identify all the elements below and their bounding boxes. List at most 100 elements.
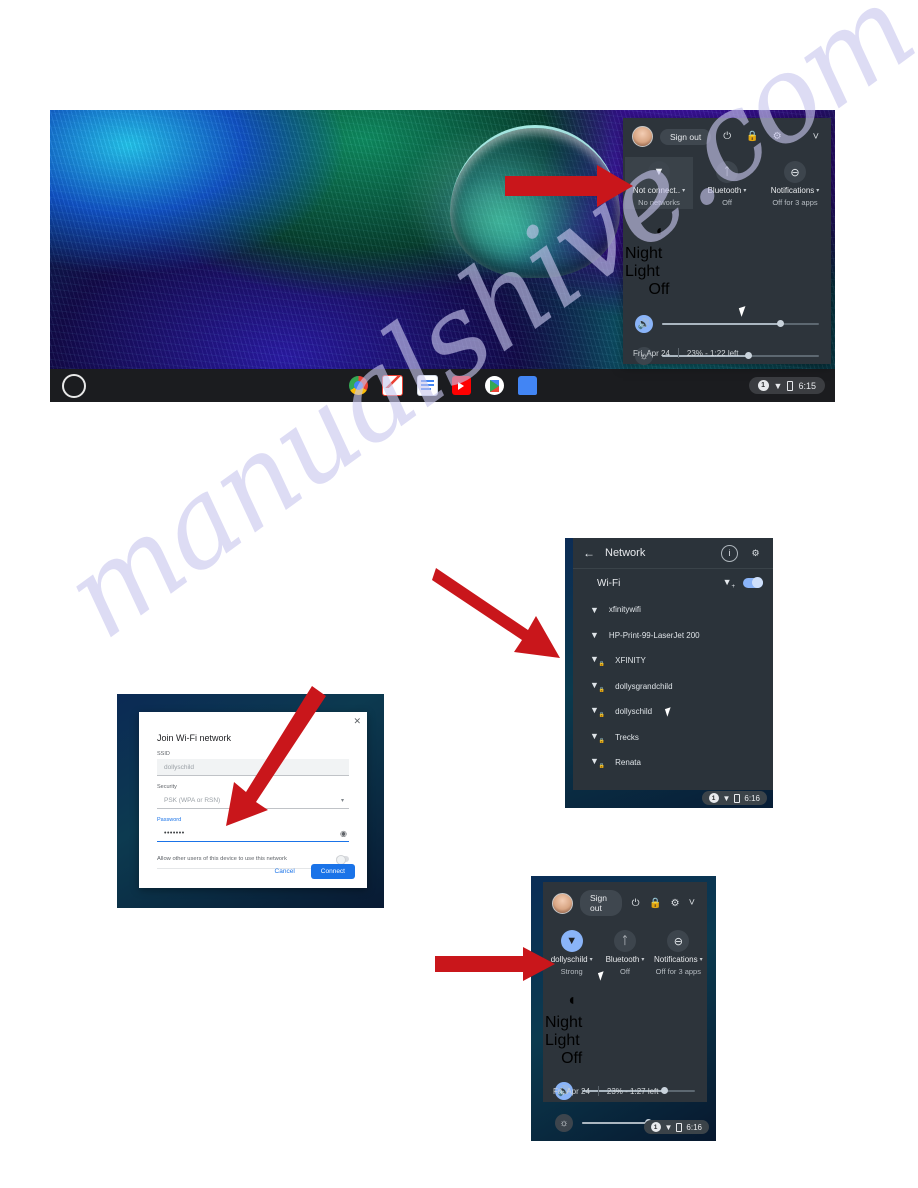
power-icon[interactable]: ⏻ bbox=[718, 128, 736, 146]
battery-label: 23% - 1:22 left bbox=[686, 348, 739, 358]
volume-knob[interactable] bbox=[776, 320, 784, 327]
password-value: ••••••• bbox=[164, 829, 185, 837]
chevron-down-icon[interactable]: ˅ bbox=[689, 897, 698, 909]
list-item[interactable]: ▼🔒 Renata bbox=[573, 750, 773, 776]
tile-notifications-subtitle: Off for 3 apps bbox=[772, 198, 818, 207]
files-icon[interactable] bbox=[517, 376, 537, 395]
battery-icon bbox=[734, 793, 741, 803]
feature-tiles: ▼ dollyschild ▾ Strong ᛏ Bluetooth ▾ Off… bbox=[543, 920, 707, 978]
night-light-row: ◖ Night Light Off bbox=[623, 209, 831, 299]
status-tray[interactable]: 1 ▼ 6:16 bbox=[643, 1120, 709, 1134]
list-item[interactable]: ▼🔒 dollysgrandchild bbox=[573, 674, 773, 700]
status-tray[interactable]: 1 ▼ 6:15 bbox=[748, 377, 825, 394]
chevron-down-icon[interactable]: ▾ bbox=[700, 956, 703, 963]
tile-night-light[interactable]: ◖ Night Light Off bbox=[625, 215, 693, 299]
wifi-secure-icon: ▼🔒 bbox=[590, 654, 606, 668]
power-icon[interactable]: ⏻ bbox=[629, 894, 642, 912]
tile-bluetooth[interactable]: ᛏ Bluetooth ▾ Off bbox=[598, 926, 651, 978]
list-item[interactable]: ▼🔒 dollyschild bbox=[573, 699, 773, 725]
tile-bluetooth[interactable]: ᛏ Bluetooth ▾ Off bbox=[693, 157, 761, 209]
chrome-icon[interactable] bbox=[348, 376, 368, 395]
network-list: ▼ xfinitywifi ▼ HP-Print-99-LaserJet 200… bbox=[573, 597, 773, 776]
launcher-circle-icon[interactable] bbox=[62, 373, 86, 398]
youtube-icon[interactable] bbox=[451, 376, 471, 395]
night-light-icon: ◖ bbox=[566, 992, 577, 1009]
tile-night-light[interactable]: ◖ Night Light Off bbox=[545, 984, 598, 1068]
clock-time: 6:16 bbox=[686, 1122, 702, 1132]
play-store-icon[interactable] bbox=[484, 376, 504, 395]
screenshot-quick-settings-connected: Sign out ⏻ 🔒 ⚙ ˅ ▼ dollyschild ▾ Strong … bbox=[531, 876, 716, 1141]
gear-icon[interactable]: ⚙ bbox=[768, 128, 786, 146]
status-tray[interactable]: 1 ▼ 6:16 bbox=[701, 791, 767, 805]
network-name: Trecks bbox=[615, 732, 639, 742]
list-item[interactable]: ▼ xfinitywifi bbox=[573, 597, 773, 623]
network-name: XFINITY bbox=[615, 656, 646, 666]
avatar[interactable] bbox=[632, 126, 653, 147]
volume-slider[interactable] bbox=[662, 320, 819, 327]
network-panel: ← Network i ⚙ Wi-Fi ▼+ ▼ xfinitywifi ▼ H… bbox=[573, 538, 773, 790]
gear-icon[interactable]: ⚙ bbox=[748, 546, 763, 561]
volume-slider-row[interactable]: 🔊 bbox=[623, 309, 831, 333]
bluetooth-icon: ᛏ bbox=[613, 930, 636, 952]
battery-label: 23% - 1:27 left bbox=[606, 1086, 659, 1096]
info-icon[interactable]: i bbox=[721, 544, 738, 562]
wifi-no-network-icon: ▼ bbox=[773, 380, 783, 391]
list-item[interactable]: ▼ HP-Print-99-LaserJet 200 bbox=[573, 623, 773, 649]
back-arrow-icon[interactable]: ← bbox=[583, 546, 595, 560]
clock-time: 6:15 bbox=[798, 380, 816, 391]
gear-icon[interactable]: ⚙ bbox=[669, 894, 682, 912]
volume-icon[interactable]: 🔊 bbox=[635, 315, 653, 333]
battery-icon bbox=[787, 380, 794, 391]
chevron-down-icon[interactable]: ▾ bbox=[641, 956, 644, 963]
add-network-icon[interactable]: ▼+ bbox=[723, 577, 735, 590]
brightness-knob[interactable] bbox=[745, 352, 753, 359]
wifi-toggle-row[interactable]: Wi-Fi ▼+ bbox=[573, 569, 773, 597]
divider bbox=[597, 1086, 599, 1096]
allow-others-label: Allow other users of this device to use … bbox=[157, 856, 287, 862]
brightness-icon[interactable]: ☼ bbox=[555, 1114, 573, 1132]
connect-button[interactable]: Connect bbox=[310, 864, 355, 879]
clock-time: 6:16 bbox=[744, 793, 760, 803]
notification-badge: 1 bbox=[650, 1122, 661, 1132]
gmail-icon[interactable] bbox=[381, 375, 403, 396]
chevron-down-icon[interactable]: ▾ bbox=[743, 187, 746, 194]
brightness-fill bbox=[582, 1122, 648, 1124]
wifi-secure-icon: ▼🔒 bbox=[590, 679, 606, 693]
wifi-icon: ▼ bbox=[722, 793, 731, 803]
tile-network[interactable]: ▼ Not connect.. ▾ No networks bbox=[625, 157, 693, 209]
do-not-disturb-icon: ⊖ bbox=[667, 930, 690, 952]
sign-out-button[interactable]: Sign out bbox=[580, 890, 623, 916]
list-item[interactable]: ▼🔒 XFINITY bbox=[573, 648, 773, 674]
lock-icon[interactable]: 🔒 bbox=[743, 128, 761, 146]
allow-others-toggle[interactable] bbox=[336, 854, 349, 865]
wifi-icon: ▼ bbox=[664, 1122, 673, 1132]
close-icon[interactable]: ✕ bbox=[353, 716, 361, 727]
avatar[interactable] bbox=[552, 892, 573, 914]
dialog-buttons: Cancel Connect bbox=[267, 864, 355, 879]
network-name: dollysgrandchild bbox=[615, 681, 673, 691]
list-item[interactable]: ▼🔒 Trecks bbox=[573, 725, 773, 751]
date-label: Fri, Apr 24 bbox=[553, 1086, 590, 1096]
chevron-down-icon[interactable]: ˅ bbox=[813, 131, 822, 143]
chevron-down-icon[interactable]: ▾ bbox=[590, 956, 593, 963]
eye-icon[interactable]: ◉ bbox=[340, 829, 349, 838]
battery-icon bbox=[676, 1122, 683, 1132]
lock-icon[interactable]: 🔒 bbox=[649, 894, 662, 912]
tile-bluetooth-title: Bluetooth bbox=[605, 955, 640, 964]
cancel-button[interactable]: Cancel bbox=[267, 864, 303, 879]
arrow-to-password-field bbox=[226, 686, 326, 826]
chevron-down-icon[interactable]: ▾ bbox=[816, 187, 819, 194]
wifi-toggle[interactable] bbox=[743, 577, 763, 588]
docs-icon[interactable] bbox=[416, 375, 438, 396]
do-not-disturb-icon: ⊖ bbox=[784, 161, 806, 183]
wifi-connected-icon: ▼ bbox=[560, 930, 583, 952]
night-light-title: Night Light bbox=[545, 1014, 583, 1049]
volume-knob[interactable] bbox=[661, 1087, 669, 1094]
tile-notifications[interactable]: ⊖ Notifications ▾ Off for 3 apps bbox=[761, 157, 829, 209]
tile-notifications[interactable]: ⊖ Notifications ▾ Off for 3 apps bbox=[652, 926, 705, 978]
sign-out-button[interactable]: Sign out bbox=[660, 128, 712, 145]
tile-notifications-title: Notifications bbox=[654, 955, 698, 964]
wifi-open-icon: ▼ bbox=[590, 630, 599, 641]
network-name: xfinitywifi bbox=[608, 605, 641, 615]
chevron-down-icon[interactable]: ▾ bbox=[682, 187, 685, 194]
